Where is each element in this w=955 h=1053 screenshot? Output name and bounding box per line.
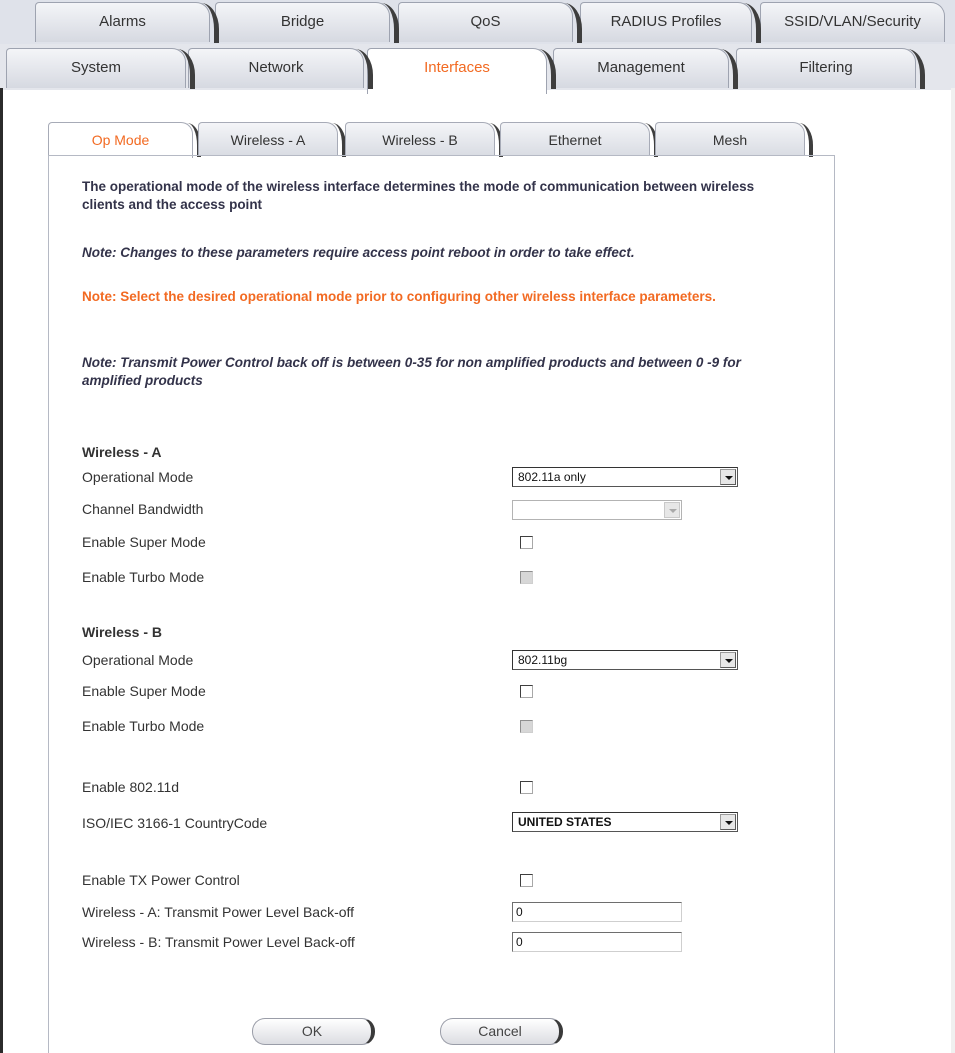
tab-alarms[interactable]: Alarms [35, 2, 219, 43]
subtab-label: Ethernet [548, 132, 602, 148]
tx-backoff-a-input[interactable] [512, 902, 682, 922]
tx-power-control-checkbox[interactable] [520, 874, 533, 887]
wireless-b-operational-mode-label: Operational Mode [82, 652, 194, 668]
wireless-a-super-mode-label: Enable Super Mode [82, 534, 206, 550]
cancel-button[interactable]: Cancel [440, 1018, 563, 1045]
subtab-label: Op Mode [91, 132, 150, 148]
country-code-label: ISO/IEC 3166-1 CountryCode [82, 815, 268, 831]
subtab-op-mode[interactable]: Op Mode [48, 122, 201, 158]
tab-qos[interactable]: QoS [398, 2, 582, 43]
tab-label: SSID/VLAN/Security [784, 13, 921, 30]
ok-button[interactable]: OK [252, 1018, 375, 1045]
wireless-b-super-mode-checkbox[interactable] [520, 685, 533, 698]
subtab-label: Wireless - A [230, 132, 306, 148]
page-frame-right [951, 88, 955, 1053]
tab-label: Filtering [799, 59, 853, 76]
tab-management[interactable]: Management [553, 48, 738, 89]
subtab-ethernet[interactable]: Ethernet [500, 122, 658, 157]
tab-curl-decoration [560, 3, 582, 43]
note-tx-power: Note: Transmit Power Control back off is… [82, 355, 741, 388]
tab-curl-decoration [377, 3, 399, 43]
tab-filtering[interactable]: Filtering [736, 48, 925, 89]
wireless-a-super-mode-checkbox[interactable] [520, 536, 533, 549]
tx-power-control-label: Enable TX Power Control [82, 872, 240, 888]
top-tab-row-1: Alarms Bridge QoS RADIUS Profiles SSID/V… [0, 0, 955, 44]
subtab-mesh[interactable]: Mesh [655, 122, 813, 157]
chevron-down-icon[interactable] [664, 502, 680, 518]
wireless-b-heading: Wireless - B [82, 624, 163, 640]
page-frame-left [0, 88, 3, 1053]
tab-interfaces[interactable]: Interfaces [367, 48, 556, 94]
tab-label: RADIUS Profiles [610, 13, 722, 30]
page-description: The operational mode of the wireless int… [82, 179, 755, 212]
subtab-label: Mesh [712, 132, 748, 148]
tab-radius-profiles[interactable]: RADIUS Profiles [580, 2, 761, 43]
select-value: 802.11a only [518, 470, 586, 484]
subtab-curl-decoration [328, 123, 346, 157]
tab-curl-decoration [903, 49, 925, 89]
tx-backoff-a-label: Wireless - A: Transmit Power Level Back-… [82, 904, 355, 920]
chevron-down-icon[interactable] [720, 469, 736, 485]
tab-label: Interfaces [424, 59, 490, 76]
wireless-a-turbo-mode-label: Enable Turbo Mode [82, 569, 205, 585]
enable-80211d-checkbox[interactable] [520, 781, 533, 794]
wireless-b-operational-mode-select[interactable]: 802.11bg [512, 650, 738, 670]
wireless-a-operational-mode-select[interactable]: 802.11a only [512, 467, 738, 487]
wireless-a-operational-mode-label: Operational Mode [82, 469, 194, 485]
top-navigation: Alarms Bridge QoS RADIUS Profiles SSID/V… [0, 0, 955, 94]
channel-bandwidth-select[interactable] [512, 500, 682, 520]
note-reboot: Note: Changes to these parameters requir… [82, 245, 635, 260]
subtab-wireless-b[interactable]: Wireless - B [345, 122, 503, 157]
subtab-curl-decoration [795, 123, 813, 157]
tx-backoff-b-input[interactable] [512, 932, 682, 952]
chevron-down-icon[interactable] [720, 814, 736, 830]
tab-ssid-vlan-security[interactable]: SSID/VLAN/Security [760, 2, 945, 42]
chevron-down-icon[interactable] [720, 652, 736, 668]
tab-label: Network [248, 59, 304, 76]
tab-curl-decoration [739, 3, 761, 43]
tab-bridge[interactable]: Bridge [215, 2, 399, 43]
top-tab-row-2: System Network Interfaces Management Fil… [0, 44, 955, 94]
wireless-a-turbo-mode-checkbox[interactable] [520, 571, 533, 584]
tab-label: Management [597, 59, 685, 76]
channel-bandwidth-label: Channel Bandwidth [82, 501, 204, 517]
tab-network[interactable]: Network [188, 48, 373, 89]
country-code-select[interactable]: UNITED STATES [512, 812, 738, 832]
select-value: UNITED STATES [518, 815, 612, 829]
wireless-a-heading: Wireless - A [82, 444, 162, 460]
wireless-b-super-mode-label: Enable Super Mode [82, 683, 206, 699]
tx-backoff-b-label: Wireless - B: Transmit Power Level Back-… [82, 934, 355, 950]
tab-label: QoS [470, 13, 501, 30]
wireless-b-turbo-mode-checkbox[interactable] [520, 720, 533, 733]
tab-curl-decoration [716, 49, 738, 89]
note-select-mode: Note: Select the desired operational mod… [82, 289, 716, 304]
enable-80211d-label: Enable 802.11d [82, 779, 180, 795]
tab-system[interactable]: System [6, 48, 195, 89]
subtab-label: Wireless - B [382, 132, 458, 148]
wireless-b-turbo-mode-label: Enable Turbo Mode [82, 718, 205, 734]
tab-label: System [70, 59, 121, 76]
tab-label: Bridge [280, 13, 325, 30]
subtab-wireless-a[interactable]: Wireless - A [198, 122, 346, 157]
tab-label: Alarms [99, 13, 146, 30]
select-value: 802.11bg [518, 653, 568, 667]
